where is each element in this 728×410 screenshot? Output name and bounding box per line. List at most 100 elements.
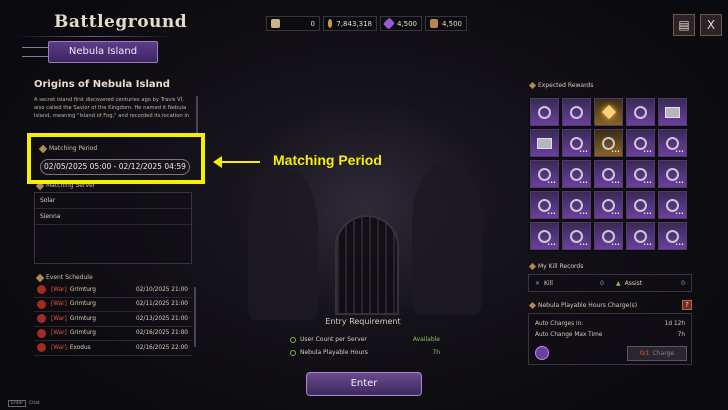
ring-icon bbox=[666, 198, 679, 212]
reward-dots: ••• bbox=[611, 242, 620, 248]
reward-dots: ••• bbox=[579, 211, 588, 217]
reward-item[interactable]: ••• bbox=[530, 222, 559, 250]
reward-item[interactable]: ••• bbox=[658, 191, 687, 219]
ring-icon bbox=[602, 198, 615, 212]
enter-button[interactable]: Enter bbox=[306, 372, 422, 396]
reward-dots: ••• bbox=[675, 211, 684, 217]
table-row: [War] Grimturg 02/13/2025 21:00 bbox=[34, 312, 192, 327]
diamond-icon bbox=[528, 301, 537, 310]
reward-item[interactable]: ••• bbox=[562, 191, 591, 219]
reward-item[interactable]: ••• bbox=[658, 160, 687, 188]
ring-icon bbox=[538, 105, 551, 119]
war-icon bbox=[37, 299, 46, 309]
currency-crystal: 4,500 bbox=[380, 16, 422, 31]
reward-dots: ••• bbox=[611, 180, 620, 186]
origins-title: Origins of Nebula Island bbox=[34, 79, 170, 90]
chat-hint[interactable]: Enter Chat bbox=[8, 400, 40, 407]
assist-stat: ▲ Assist 0 bbox=[616, 279, 685, 287]
crossed-swords-icon: ✕ bbox=[535, 279, 541, 287]
reward-dots: ••• bbox=[643, 211, 652, 217]
tab-nebula-island[interactable]: Nebula Island bbox=[48, 41, 158, 63]
check-circle-icon bbox=[290, 336, 296, 343]
star-icon bbox=[601, 104, 616, 120]
war-icon bbox=[37, 328, 46, 338]
purple-crystal-icon bbox=[382, 17, 395, 30]
reward-dots: ••• bbox=[579, 180, 588, 186]
ring-icon bbox=[602, 136, 615, 150]
event-schedule-label: Event Schedule bbox=[35, 273, 93, 282]
reward-dots: ••• bbox=[643, 242, 652, 248]
reward-item[interactable]: ••• bbox=[594, 160, 623, 188]
ring-icon bbox=[570, 229, 583, 243]
requirement-row: User Count per Server Available bbox=[290, 336, 440, 343]
reward-item[interactable]: ••• bbox=[562, 160, 591, 188]
playable-hours-label: Nebula Playable Hours Charge(s) bbox=[528, 301, 637, 310]
reward-item[interactable]: ••• bbox=[658, 129, 687, 157]
reward-dots: ••• bbox=[675, 180, 684, 186]
page-title: Battleground bbox=[54, 12, 188, 32]
reward-item[interactable] bbox=[626, 98, 655, 126]
ring-icon bbox=[570, 136, 583, 150]
table-row: [War] Grimturg 02/16/2025 21:00 bbox=[34, 327, 192, 341]
tab-ornament bbox=[22, 47, 48, 57]
reward-item[interactable]: ••• bbox=[594, 191, 623, 219]
close-icon: X bbox=[706, 18, 716, 32]
event-schedule-list: [War] Grimturg 02/10/2025 21:00 [War] Gr… bbox=[34, 283, 192, 359]
diamond-icon bbox=[35, 273, 45, 282]
ring-icon bbox=[666, 229, 679, 243]
hours-row: Auto Charges in: 1d 12h bbox=[535, 320, 685, 327]
origins-scrollbar[interactable] bbox=[196, 96, 198, 136]
reward-item[interactable] bbox=[658, 98, 687, 126]
reward-item[interactable]: ••• bbox=[626, 129, 655, 157]
ring-icon bbox=[538, 167, 551, 181]
matching-period-label: Matching Period bbox=[38, 144, 97, 153]
reward-item[interactable]: ••• bbox=[626, 222, 655, 250]
ring-icon bbox=[666, 167, 679, 181]
war-icon bbox=[37, 285, 46, 295]
reward-item[interactable] bbox=[530, 98, 559, 126]
reward-dots: ••• bbox=[675, 242, 684, 248]
bag-icon: ▤ bbox=[678, 18, 690, 32]
reward-item[interactable]: ••• bbox=[594, 129, 623, 157]
reward-dots: ••• bbox=[547, 180, 556, 186]
entry-requirement-title: Entry Requirement bbox=[325, 317, 401, 326]
currency-value: 4,500 bbox=[441, 19, 462, 28]
reward-dots: ••• bbox=[675, 149, 684, 155]
close-button[interactable]: X bbox=[700, 14, 722, 36]
reward-item[interactable]: ••• bbox=[594, 222, 623, 250]
title-divider bbox=[14, 36, 174, 37]
bag-button[interactable]: ▤ bbox=[673, 14, 695, 36]
war-icon bbox=[37, 343, 46, 353]
help-button[interactable]: ? bbox=[682, 300, 692, 310]
table-row: [War] Grimturg 02/10/2025 21:00 bbox=[34, 283, 192, 298]
reward-dots: ••• bbox=[547, 211, 556, 217]
currency-value: 7,843,318 bbox=[336, 19, 372, 28]
reward-dots: ••• bbox=[611, 211, 620, 217]
ring-icon bbox=[538, 198, 551, 212]
list-item: Solar bbox=[35, 193, 191, 209]
table-row: [War] Exodus 02/16/2025 22:00 bbox=[34, 341, 192, 356]
reward-item[interactable]: ••• bbox=[626, 160, 655, 188]
reward-item[interactable]: ••• bbox=[562, 129, 591, 157]
charge-button[interactable]: 0/1 Charge bbox=[627, 345, 687, 361]
reward-item[interactable]: ••• bbox=[626, 191, 655, 219]
schedule-scrollbar[interactable] bbox=[194, 287, 196, 347]
hours-row: Auto Change Max Time 7h bbox=[535, 331, 685, 338]
reward-item[interactable]: ••• bbox=[530, 191, 559, 219]
ring-icon bbox=[634, 136, 647, 150]
callout-arrow bbox=[213, 156, 260, 168]
reward-dots: ••• bbox=[643, 149, 652, 155]
reward-item[interactable]: ••• bbox=[530, 160, 559, 188]
reward-item[interactable] bbox=[594, 98, 623, 126]
origins-description: A secret island first discovered centuri… bbox=[34, 97, 190, 119]
reward-dots: ••• bbox=[579, 242, 588, 248]
expected-rewards-label: Expected Rewards bbox=[528, 81, 593, 90]
ring-icon bbox=[570, 105, 583, 119]
reward-item[interactable]: ••• bbox=[658, 222, 687, 250]
diamond-icon bbox=[528, 262, 537, 271]
charge-row: 0/1 Charge bbox=[535, 344, 687, 362]
reward-item[interactable] bbox=[530, 129, 559, 157]
ring-icon bbox=[634, 229, 647, 243]
reward-item[interactable] bbox=[562, 98, 591, 126]
reward-item[interactable]: ••• bbox=[562, 222, 591, 250]
